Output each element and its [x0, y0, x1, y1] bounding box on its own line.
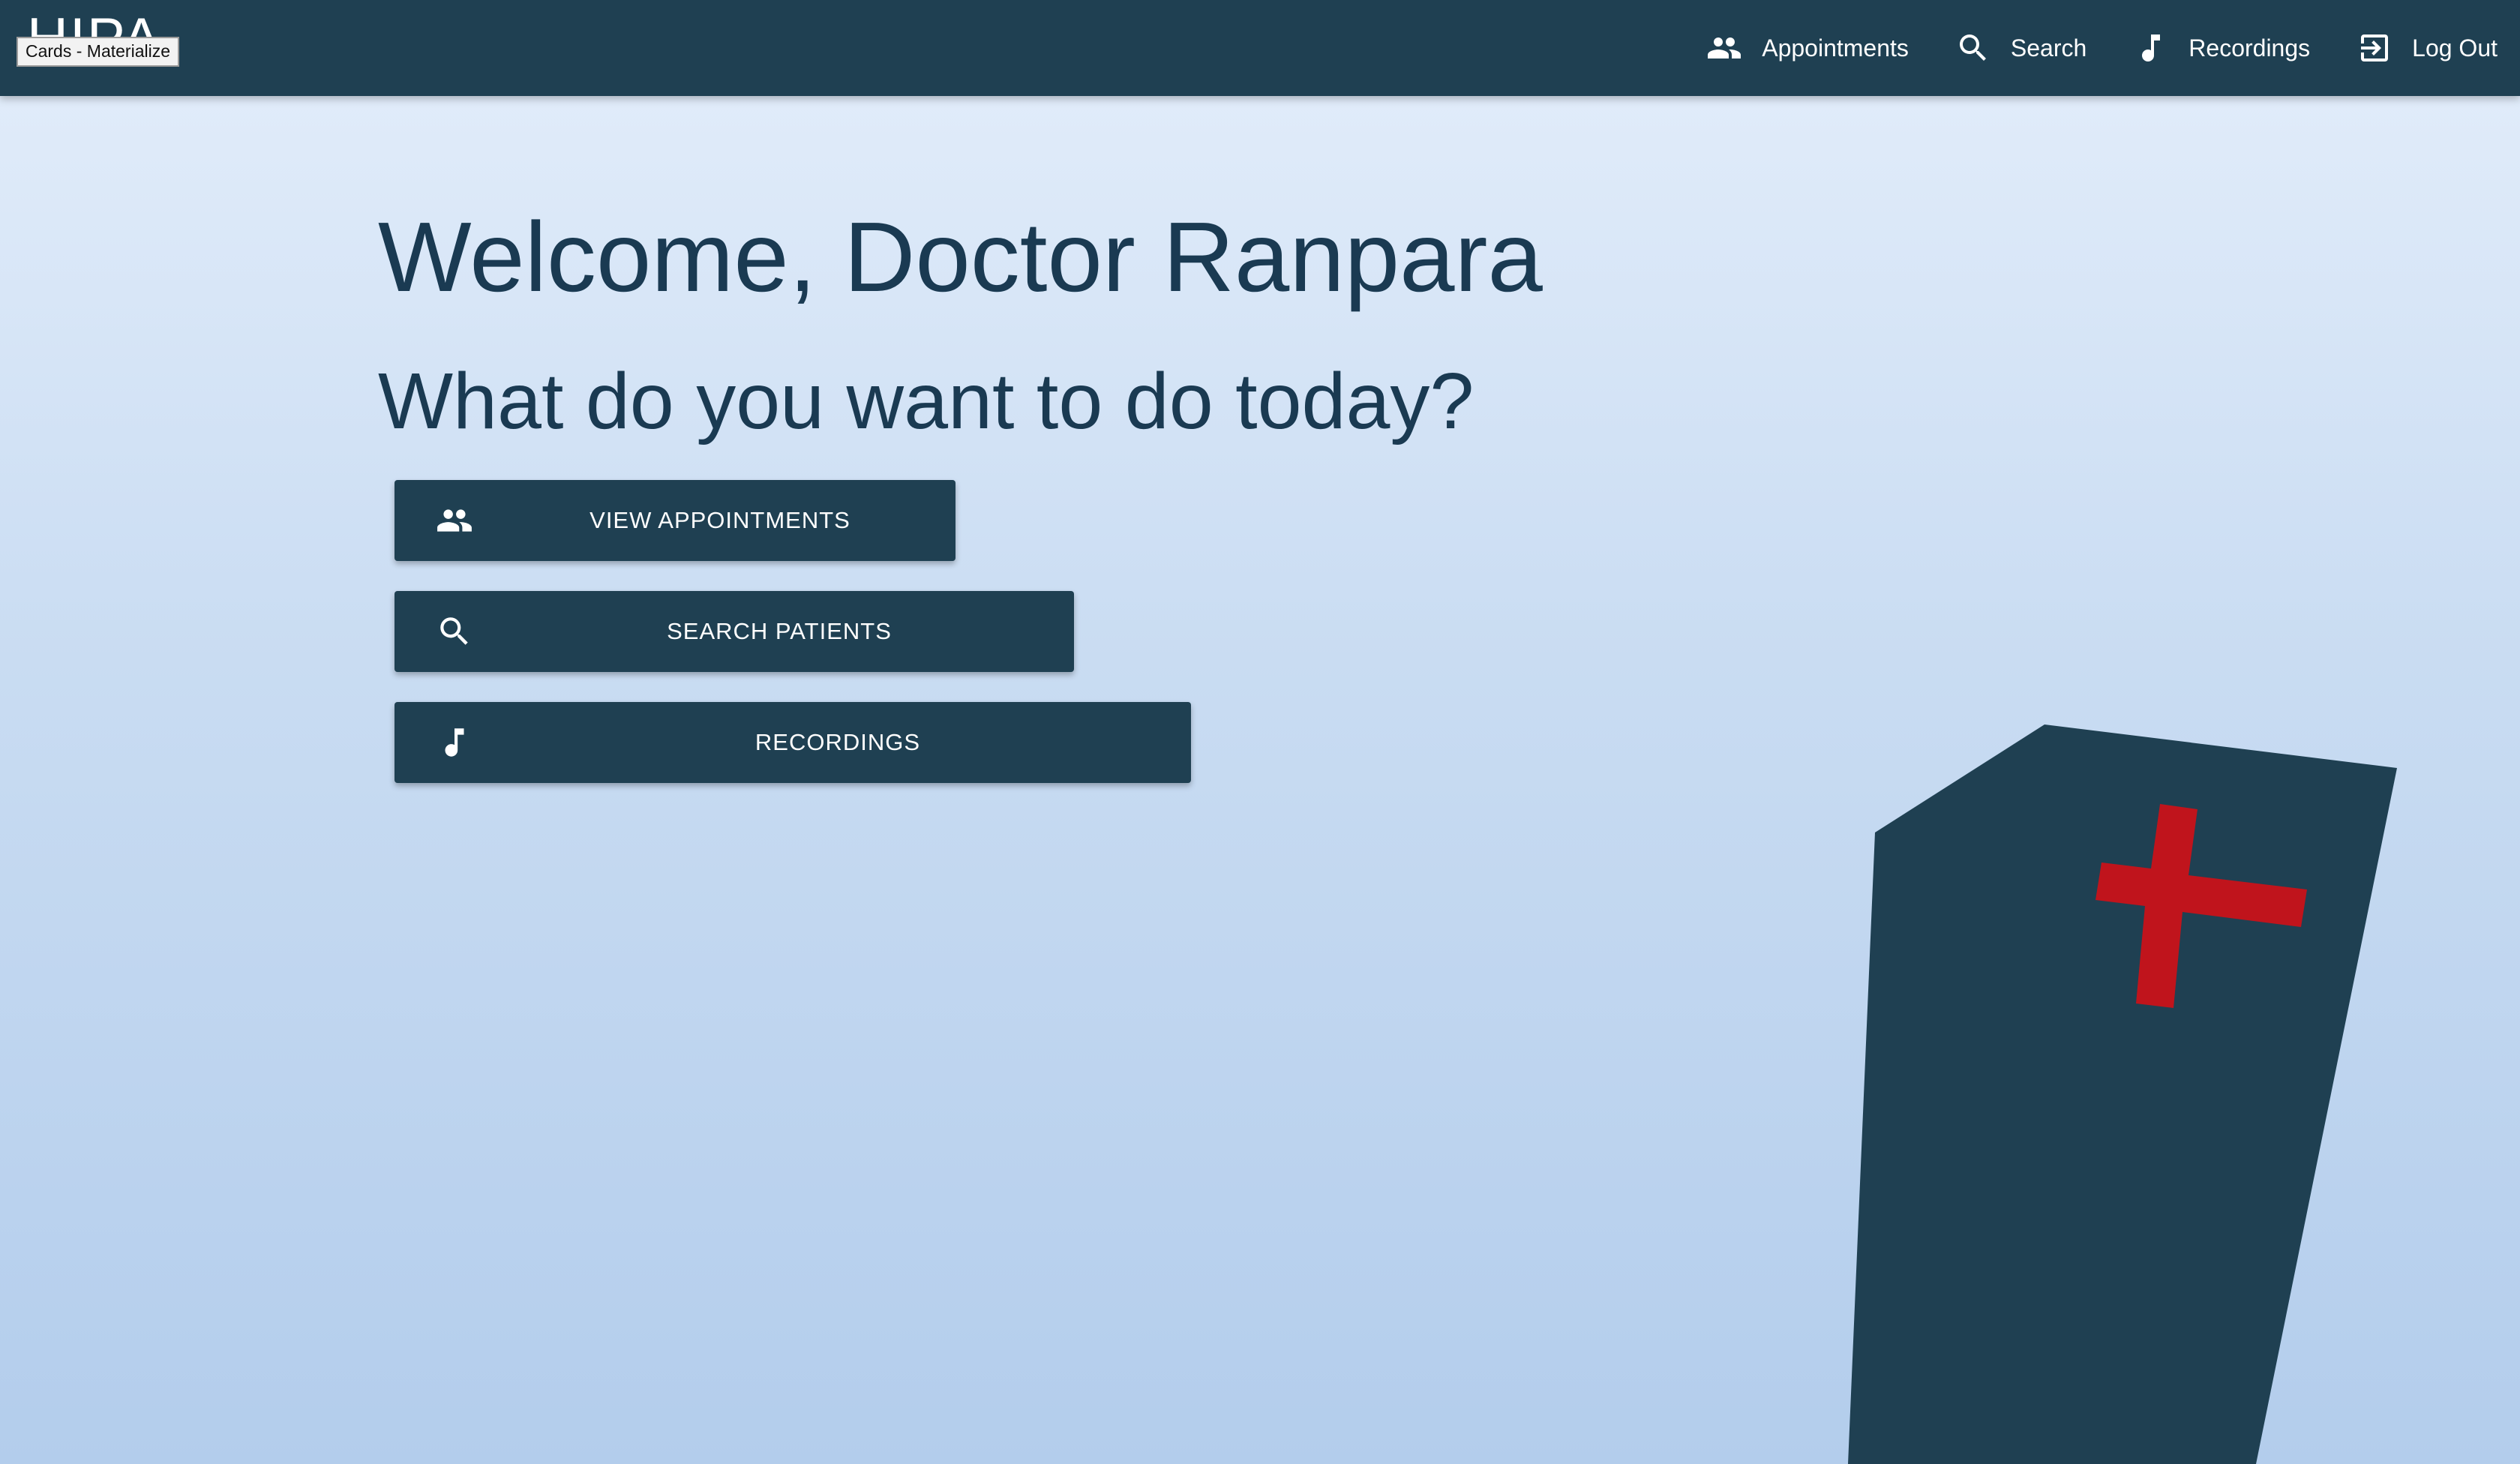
bottle-shape — [1848, 724, 2397, 1464]
logout-icon — [2355, 28, 2394, 68]
recordings-button[interactable]: RECORDINGS — [394, 702, 1191, 783]
question-heading: What do you want to do today? — [378, 357, 1474, 446]
search-patients-button[interactable]: SEARCH PATIENTS — [394, 591, 1074, 672]
search-patients-label: SEARCH PATIENTS — [667, 618, 892, 644]
view-appointments-button[interactable]: VIEW APPOINTMENTS — [394, 480, 956, 561]
top-navbar: HIPA Cards - Materialize Appointments Se… — [0, 0, 2520, 96]
nav-appointments-label: Appointments — [1762, 34, 1909, 62]
search-icon — [1954, 28, 1993, 68]
nav-search-link[interactable]: Search — [1931, 0, 2109, 96]
nav-logout-link[interactable]: Log Out — [2332, 0, 2520, 96]
browser-tooltip: Cards - Materialize — [16, 37, 179, 67]
nav-search-label: Search — [2010, 34, 2087, 62]
nav-appointments-link[interactable]: Appointments — [1682, 0, 1931, 96]
search-icon — [434, 610, 476, 652]
view-appointments-label: VIEW APPOINTMENTS — [590, 507, 850, 533]
nav-recordings-link[interactable]: Recordings — [2109, 0, 2332, 96]
music-note-icon — [434, 722, 476, 764]
nav-logout-label: Log Out — [2412, 34, 2498, 62]
people-icon — [434, 500, 476, 542]
medicine-bottle-illustration — [1848, 724, 2397, 1464]
nav-recordings-label: Recordings — [2188, 34, 2311, 62]
welcome-heading: Welcome, Doctor Ranpara — [378, 202, 1543, 312]
music-note-icon — [2132, 28, 2170, 68]
nav-links: Appointments Search Recordings Log Out — [1682, 0, 2520, 96]
recordings-label: RECORDINGS — [754, 729, 921, 755]
people-icon — [1705, 28, 1744, 68]
